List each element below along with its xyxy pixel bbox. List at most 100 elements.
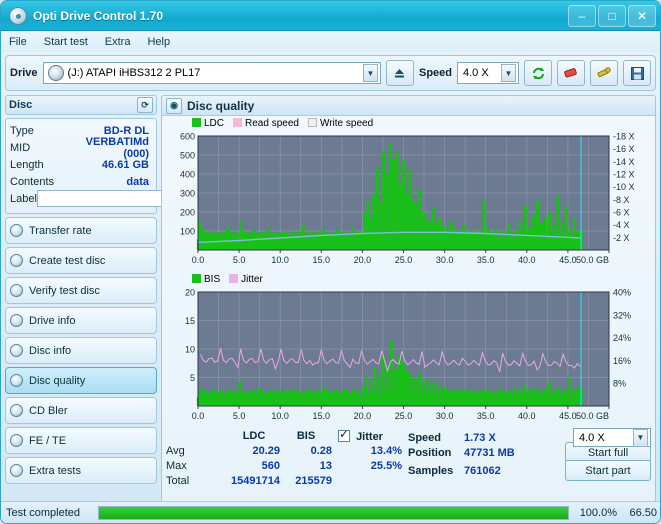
jitter-label: Jitter (356, 431, 383, 443)
svg-text:40%: 40% (613, 288, 631, 298)
svg-text:200: 200 (180, 208, 195, 218)
disc-row-label: Label ⟳ (10, 190, 152, 207)
maximize-button[interactable]: □ (598, 5, 626, 27)
legend-entry-jitter: Jitter (229, 274, 263, 285)
result-speed-select[interactable]: 4.0 X ▼ (573, 428, 651, 447)
speed-label: Speed (419, 67, 452, 79)
sidebar-item-create-test-disc[interactable]: Create test disc (5, 247, 157, 274)
svg-text:-4 X: -4 X (613, 220, 630, 230)
disc-row-length: Length 46.61 GB (10, 156, 152, 173)
svg-text:50.0 GB: 50.0 GB (576, 411, 609, 421)
sidebar-item-fe-te[interactable]: FE / TE (5, 427, 157, 454)
stats-area: Avg Max Total LDC 20.29 560 15491714 BIS… (162, 428, 655, 490)
save-button[interactable] (623, 60, 651, 86)
app-window: Opti Drive Control 1.70 – □ ✕ File Start… (0, 0, 661, 524)
legend-entry-write-speed: Write speed (308, 118, 373, 129)
svg-text:500: 500 (180, 151, 195, 161)
legend-entry-bis: BIS (192, 274, 220, 285)
jitter-avg: 13.4% (338, 445, 402, 460)
bullet-icon (10, 224, 23, 237)
sidebar-item-label: Drive info (29, 315, 75, 327)
legend-label-write-speed: Write speed (320, 118, 373, 129)
svg-text:-8 X: -8 X (613, 195, 630, 205)
speed-select[interactable]: 4.0 X ▼ (457, 62, 519, 84)
speed-info-label: Speed (408, 432, 460, 444)
position-label: Position (408, 447, 460, 459)
sidebar-item-verify-test-disc[interactable]: Verify test disc (5, 277, 157, 304)
legend-label-ldc: LDC (204, 118, 224, 129)
sidebar-item-disc-quality[interactable]: Disc quality (5, 367, 157, 394)
svg-text:45.0: 45.0 (559, 255, 577, 265)
svg-text:30.0: 30.0 (436, 255, 454, 265)
svg-text:10.0: 10.0 (271, 411, 289, 421)
disc-quality-icon: ◉ (166, 98, 182, 114)
menu-item-extra[interactable]: Extra (105, 36, 131, 48)
disc-row-length-key: Length (10, 159, 68, 171)
svg-text:-12 X: -12 X (613, 170, 635, 180)
close-button[interactable]: ✕ (628, 5, 656, 27)
status-text: Test completed (6, 507, 92, 519)
tools-button[interactable] (590, 60, 618, 86)
sidebar-item-extra-tests[interactable]: Extra tests (5, 457, 157, 484)
refresh-disc-icon[interactable]: ⟳ (137, 97, 153, 113)
svg-text:0.0: 0.0 (192, 255, 205, 265)
svg-text:-14 X: -14 X (613, 157, 635, 167)
stats-row-names: Avg Max Total (166, 430, 228, 490)
menu-item-file[interactable]: File (9, 36, 27, 48)
refresh-icon (531, 66, 546, 81)
start-part-button[interactable]: Start part (565, 460, 651, 481)
svg-text:20.0: 20.0 (354, 255, 372, 265)
bullet-icon (10, 314, 23, 327)
stats-ldc-total: 15491714 (228, 475, 280, 490)
stats-ldc-max: 560 (228, 460, 280, 475)
sidebar-item-label: Create test disc (29, 255, 105, 267)
disc-info-box: Type BD-R DL MID VERBATIMd (000) Length … (5, 118, 157, 214)
minimize-button[interactable]: – (568, 5, 596, 27)
drive-select-value: (J:) ATAPI iHBS312 2 PL17 (68, 67, 201, 79)
stats-col-bis: BIS 0.28 13 215579 (280, 430, 332, 490)
sidebar-item-transfer-rate[interactable]: Transfer rate (5, 217, 157, 244)
legend-label-bis: BIS (204, 274, 220, 285)
sidebar-item-disc-info[interactable]: Disc info (5, 337, 157, 364)
save-icon (630, 66, 645, 81)
disc-row-type-key: Type (10, 125, 68, 137)
svg-text:5.0: 5.0 (233, 411, 246, 421)
legend-label-read-speed: Read speed (245, 118, 299, 129)
stats-name-max: Max (166, 460, 228, 475)
legend-entry-read-speed: Read speed (233, 118, 299, 129)
drive-disc-icon (48, 65, 64, 81)
speed-select-value: 4.0 X (460, 67, 489, 79)
bullet-icon (10, 284, 23, 297)
position-value: 47731 MB (464, 447, 515, 459)
chevron-down-icon[interactable]: ▼ (363, 64, 378, 82)
svg-text:40.0: 40.0 (518, 411, 536, 421)
legend-swatch-read-speed (233, 118, 242, 127)
eject-button[interactable] (386, 60, 414, 86)
chevron-down-icon[interactable]: ▼ (501, 64, 516, 82)
svg-text:20: 20 (185, 288, 195, 298)
svg-text:-18 X: -18 X (613, 132, 635, 142)
menu-item-start-test[interactable]: Start test (44, 36, 88, 48)
jitter-checkbox[interactable] (338, 430, 350, 442)
erase-button[interactable] (557, 60, 585, 86)
bullet-icon (10, 374, 23, 387)
stats-name-avg: Avg (166, 445, 228, 460)
result-speed-value: 4.0 X (576, 432, 605, 444)
svg-text:32%: 32% (613, 310, 631, 320)
legend-swatch-ldc (192, 118, 201, 127)
chevron-down-icon[interactable]: ▼ (633, 429, 648, 447)
svg-text:50.0 GB: 50.0 GB (576, 255, 609, 265)
disc-row-mid-key: MID (10, 142, 68, 154)
svg-text:600: 600 (180, 132, 195, 142)
drive-select[interactable]: (J:) ATAPI iHBS312 2 PL17 ▼ (43, 62, 381, 84)
refresh-button[interactable] (524, 60, 552, 86)
title-bar: Opti Drive Control 1.70 – □ ✕ (1, 1, 660, 31)
sidebar-item-cd-bler[interactable]: CD Bler (5, 397, 157, 424)
svg-text:300: 300 (180, 189, 195, 199)
stats-header-ldc: LDC (228, 430, 280, 445)
svg-text:40.0: 40.0 (518, 255, 536, 265)
sidebar-item-drive-info[interactable]: Drive info (5, 307, 157, 334)
menu-item-help[interactable]: Help (147, 36, 170, 48)
svg-text:5.0: 5.0 (233, 255, 246, 265)
svg-text:15.0: 15.0 (313, 411, 331, 421)
